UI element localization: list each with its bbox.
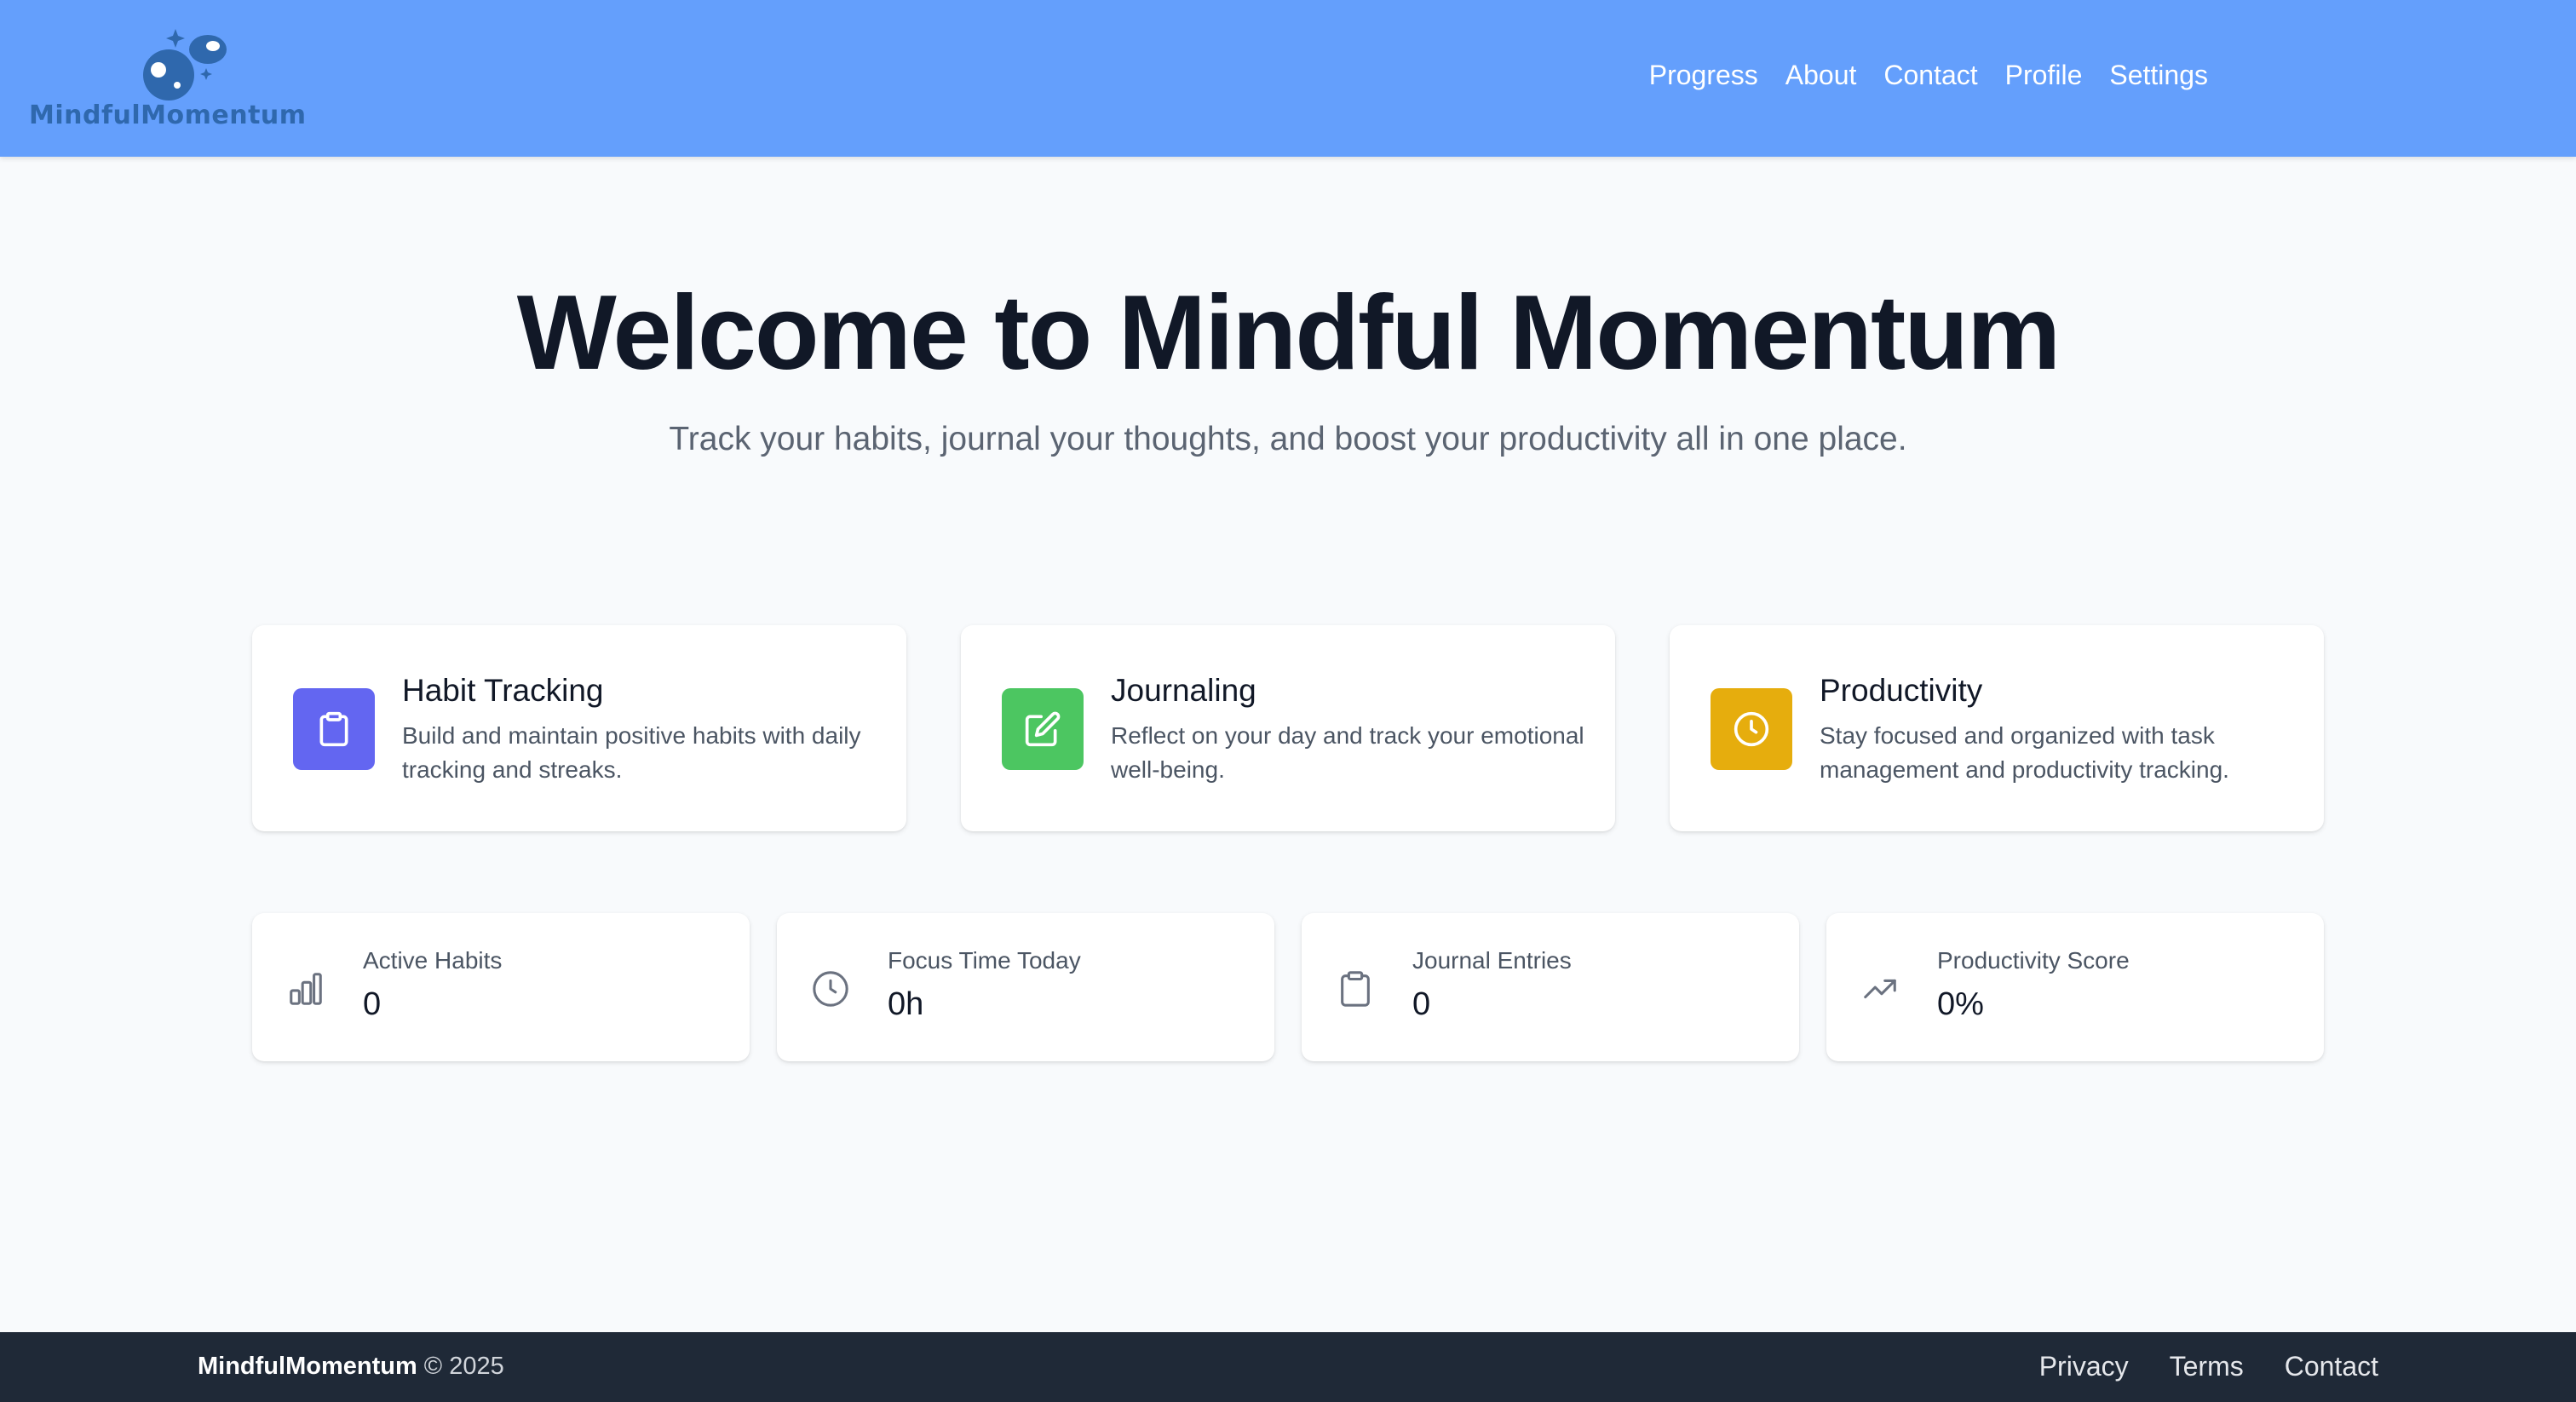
stat-value: 0%: [1937, 986, 1984, 1022]
page-footer: MindfulMomentum © 2025 Privacy Terms Con…: [0, 1332, 2576, 1402]
nav-link-settings[interactable]: Settings: [2109, 60, 2208, 91]
stat-value: 0: [1412, 986, 1431, 1022]
hero-title: Welcome to Mindful Momentum: [516, 274, 2061, 392]
top-navbar: MindfulMomentum Progress About Contact P…: [0, 0, 2576, 157]
feature-title: Productivity: [1820, 673, 1983, 708]
nav-link-about[interactable]: About: [1785, 60, 1857, 91]
brand-logo[interactable]: MindfulMomentum: [29, 26, 336, 136]
feature-description: Stay focused and organized with task man…: [1820, 722, 2229, 783]
brand-logo-text: MindfulMomentum: [29, 101, 307, 130]
clipboard-icon: [319, 711, 348, 747]
feature-icon-box: [293, 688, 375, 770]
stat-label: Active Habits: [363, 947, 503, 974]
stat-value: 0h: [888, 986, 924, 1022]
stat-card-active-habits: Active Habits 0: [252, 913, 750, 1061]
feature-card-productivity[interactable]: Productivity Stay focused and organized …: [1670, 625, 2324, 831]
feature-description: Build and maintain positive habits with …: [402, 722, 861, 783]
feature-card-journaling[interactable]: Journaling Reflect on your day and track…: [961, 625, 1615, 831]
footer-copyright: © 2025: [423, 1353, 504, 1380]
bar-chart-icon: [290, 973, 322, 1005]
feature-title: Journaling: [1111, 673, 1256, 708]
footer-link-contact[interactable]: Contact: [2285, 1351, 2378, 1382]
feature-title: Habit Tracking: [402, 673, 604, 708]
stat-value: 0: [363, 986, 382, 1022]
footer-link-privacy[interactable]: Privacy: [2039, 1351, 2129, 1382]
clipboard-icon: [1341, 971, 1370, 1007]
feature-icon-box: [1711, 688, 1792, 770]
stat-label: Journal Entries: [1412, 947, 1572, 974]
stat-card-journal-entries: Journal Entries 0: [1302, 913, 1799, 1061]
bubbles-logo-icon: [143, 29, 227, 101]
nav-link-progress[interactable]: Progress: [1649, 60, 1758, 91]
nav-link-contact[interactable]: Contact: [1883, 60, 1977, 91]
feature-card-habit-tracking[interactable]: Habit Tracking Build and maintain positi…: [252, 625, 906, 831]
footer-link-terms[interactable]: Terms: [2170, 1351, 2244, 1382]
edit-icon: [1025, 711, 1061, 747]
nav-link-profile[interactable]: Profile: [2005, 60, 2083, 91]
stat-card-productivity-score: Productivity Score 0%: [1826, 913, 2324, 1061]
footer-brand-name: MindfulMomentum: [198, 1353, 417, 1380]
trending-up-icon: [1864, 979, 1896, 999]
stat-label: Productivity Score: [1937, 947, 2130, 974]
footer-links: Privacy Terms Contact: [2039, 1351, 2378, 1382]
main-nav: Progress About Contact Profile Settings: [1649, 60, 2208, 91]
feature-description: Reflect on your day and track your emoti…: [1111, 722, 1584, 783]
clock-icon: [1734, 711, 1769, 747]
stat-label: Focus Time Today: [888, 947, 1081, 974]
footer-brand: MindfulMomentum © 2025: [198, 1353, 504, 1381]
hero-subtitle: Track your habits, journal your thoughts…: [669, 421, 1907, 457]
clock-icon: [813, 971, 848, 1007]
stat-card-focus-time: Focus Time Today 0h: [777, 913, 1274, 1061]
feature-icon-box: [1002, 688, 1084, 770]
